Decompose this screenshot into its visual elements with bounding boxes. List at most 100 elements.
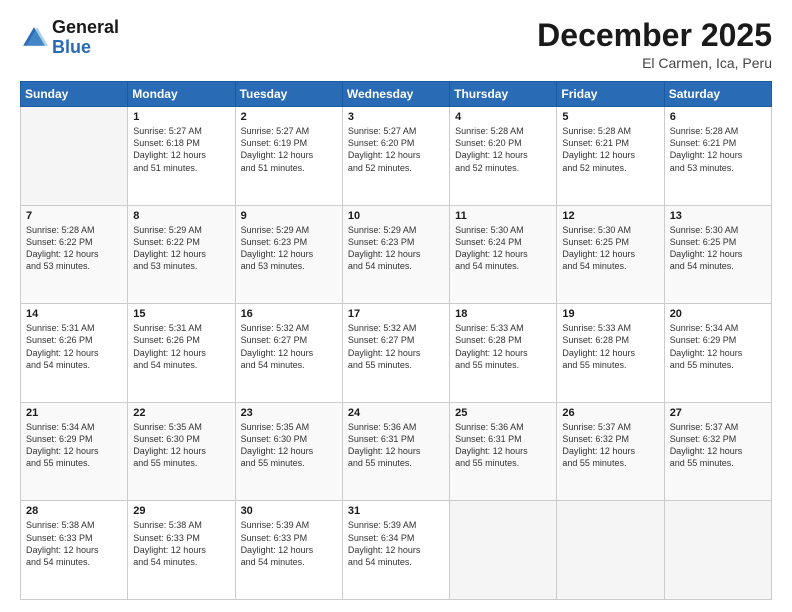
calendar-cell: 16 Sunrise: 5:32 AM Sunset: 6:27 PM Dayli… bbox=[235, 304, 342, 403]
col-header-saturday: Saturday bbox=[664, 82, 771, 107]
calendar-cell: 18 Sunrise: 5:33 AM Sunset: 6:28 PM Dayli… bbox=[450, 304, 557, 403]
day-number: 25 bbox=[455, 407, 551, 419]
calendar-cell bbox=[557, 501, 664, 600]
calendar-week-2: 7 Sunrise: 5:28 AM Sunset: 6:22 PM Daylig… bbox=[21, 205, 772, 304]
calendar-cell: 24Sunrise: 5:36 AM Sunset: 6:31 PM Dayli… bbox=[342, 402, 449, 501]
day-info: Sunrise: 5:28 AM Sunset: 6:21 PM Dayligh… bbox=[562, 125, 658, 174]
day-info: Sunrise: 5:29 AM Sunset: 6:22 PM Dayligh… bbox=[133, 224, 229, 273]
day-info: Sunrise: 5:35 AM Sunset: 6:30 PM Dayligh… bbox=[241, 421, 337, 470]
day-info: Sunrise: 5:29 AM Sunset: 6:23 PM Dayligh… bbox=[241, 224, 337, 273]
calendar-cell: 13 Sunrise: 5:30 AM Sunset: 6:25 PM Dayli… bbox=[664, 205, 771, 304]
day-number: 11 bbox=[455, 210, 551, 222]
calendar-cell: 1 Sunrise: 5:27 AM Sunset: 6:18 PM Daylig… bbox=[128, 107, 235, 206]
day-info: Sunrise: 5:30 AM Sunset: 6:25 PM Dayligh… bbox=[670, 224, 766, 273]
day-info: Sunrise: 5:36 AM Sunset: 6:31 PM Dayligh… bbox=[348, 421, 444, 470]
col-header-thursday: Thursday bbox=[450, 82, 557, 107]
calendar-cell: 10Sunrise: 5:29 AM Sunset: 6:23 PM Dayli… bbox=[342, 205, 449, 304]
day-info: Sunrise: 5:32 AM Sunset: 6:27 PM Dayligh… bbox=[241, 322, 337, 371]
day-number: 29 bbox=[133, 505, 229, 517]
day-info: Sunrise: 5:30 AM Sunset: 6:25 PM Dayligh… bbox=[562, 224, 658, 273]
day-info: Sunrise: 5:35 AM Sunset: 6:30 PM Dayligh… bbox=[133, 421, 229, 470]
month-title: December 2025 bbox=[537, 18, 772, 53]
col-header-friday: Friday bbox=[557, 82, 664, 107]
col-header-monday: Monday bbox=[128, 82, 235, 107]
day-number: 6 bbox=[670, 111, 766, 123]
calendar-cell: 12 Sunrise: 5:30 AM Sunset: 6:25 PM Dayli… bbox=[557, 205, 664, 304]
header: General Blue December 2025 El Carmen, Ic… bbox=[20, 18, 772, 71]
day-number: 31 bbox=[348, 505, 444, 517]
day-info: Sunrise: 5:27 AM Sunset: 6:19 PM Dayligh… bbox=[241, 125, 337, 174]
day-number: 18 bbox=[455, 308, 551, 320]
location: El Carmen, Ica, Peru bbox=[537, 55, 772, 71]
day-number: 27 bbox=[670, 407, 766, 419]
day-number: 4 bbox=[455, 111, 551, 123]
day-number: 20 bbox=[670, 308, 766, 320]
calendar-cell: 25 Sunrise: 5:36 AM Sunset: 6:31 PM Dayli… bbox=[450, 402, 557, 501]
calendar-cell: 7 Sunrise: 5:28 AM Sunset: 6:22 PM Daylig… bbox=[21, 205, 128, 304]
calendar-cell: 2 Sunrise: 5:27 AM Sunset: 6:19 PM Daylig… bbox=[235, 107, 342, 206]
day-number: 9 bbox=[241, 210, 337, 222]
day-number: 12 bbox=[562, 210, 658, 222]
day-info: Sunrise: 5:34 AM Sunset: 6:29 PM Dayligh… bbox=[670, 322, 766, 371]
col-header-tuesday: Tuesday bbox=[235, 82, 342, 107]
day-info: Sunrise: 5:39 AM Sunset: 6:33 PM Dayligh… bbox=[241, 519, 337, 568]
day-number: 14 bbox=[26, 308, 122, 320]
logo: General Blue bbox=[20, 18, 119, 58]
calendar-cell: 23Sunrise: 5:35 AM Sunset: 6:30 PM Dayli… bbox=[235, 402, 342, 501]
day-number: 2 bbox=[241, 111, 337, 123]
logo-text: General Blue bbox=[52, 18, 119, 58]
day-number: 5 bbox=[562, 111, 658, 123]
logo-general: General bbox=[52, 17, 119, 37]
calendar-cell bbox=[21, 107, 128, 206]
day-info: Sunrise: 5:32 AM Sunset: 6:27 PM Dayligh… bbox=[348, 322, 444, 371]
calendar-week-4: 21Sunrise: 5:34 AM Sunset: 6:29 PM Dayli… bbox=[21, 402, 772, 501]
day-info: Sunrise: 5:38 AM Sunset: 6:33 PM Dayligh… bbox=[26, 519, 122, 568]
calendar-cell: 21Sunrise: 5:34 AM Sunset: 6:29 PM Dayli… bbox=[21, 402, 128, 501]
calendar-week-5: 28 Sunrise: 5:38 AM Sunset: 6:33 PM Dayli… bbox=[21, 501, 772, 600]
day-info: Sunrise: 5:28 AM Sunset: 6:22 PM Dayligh… bbox=[26, 224, 122, 273]
calendar-cell: 17Sunrise: 5:32 AM Sunset: 6:27 PM Dayli… bbox=[342, 304, 449, 403]
day-info: Sunrise: 5:30 AM Sunset: 6:24 PM Dayligh… bbox=[455, 224, 551, 273]
calendar-cell: 4 Sunrise: 5:28 AM Sunset: 6:20 PM Daylig… bbox=[450, 107, 557, 206]
day-info: Sunrise: 5:36 AM Sunset: 6:31 PM Dayligh… bbox=[455, 421, 551, 470]
calendar-cell: 19Sunrise: 5:33 AM Sunset: 6:28 PM Dayli… bbox=[557, 304, 664, 403]
calendar-cell: 15 Sunrise: 5:31 AM Sunset: 6:26 PM Dayli… bbox=[128, 304, 235, 403]
day-info: Sunrise: 5:28 AM Sunset: 6:20 PM Dayligh… bbox=[455, 125, 551, 174]
day-info: Sunrise: 5:39 AM Sunset: 6:34 PM Dayligh… bbox=[348, 519, 444, 568]
calendar-cell: 5 Sunrise: 5:28 AM Sunset: 6:21 PM Daylig… bbox=[557, 107, 664, 206]
day-info: Sunrise: 5:31 AM Sunset: 6:26 PM Dayligh… bbox=[26, 322, 122, 371]
day-info: Sunrise: 5:38 AM Sunset: 6:33 PM Dayligh… bbox=[133, 519, 229, 568]
day-number: 16 bbox=[241, 308, 337, 320]
logo-blue: Blue bbox=[52, 37, 91, 57]
calendar-cell: 3Sunrise: 5:27 AM Sunset: 6:20 PM Daylig… bbox=[342, 107, 449, 206]
day-info: Sunrise: 5:31 AM Sunset: 6:26 PM Dayligh… bbox=[133, 322, 229, 371]
day-number: 28 bbox=[26, 505, 122, 517]
calendar-cell: 14 Sunrise: 5:31 AM Sunset: 6:26 PM Dayli… bbox=[21, 304, 128, 403]
day-info: Sunrise: 5:37 AM Sunset: 6:32 PM Dayligh… bbox=[670, 421, 766, 470]
day-number: 15 bbox=[133, 308, 229, 320]
day-number: 8 bbox=[133, 210, 229, 222]
day-info: Sunrise: 5:33 AM Sunset: 6:28 PM Dayligh… bbox=[455, 322, 551, 371]
col-header-sunday: Sunday bbox=[21, 82, 128, 107]
day-number: 13 bbox=[670, 210, 766, 222]
calendar-cell: 31 Sunrise: 5:39 AM Sunset: 6:34 PM Dayli… bbox=[342, 501, 449, 600]
day-number: 22 bbox=[133, 407, 229, 419]
calendar-cell bbox=[450, 501, 557, 600]
calendar-week-1: 1 Sunrise: 5:27 AM Sunset: 6:18 PM Daylig… bbox=[21, 107, 772, 206]
calendar-header-row: SundayMondayTuesdayWednesdayThursdayFrid… bbox=[21, 82, 772, 107]
calendar-cell: 30 Sunrise: 5:39 AM Sunset: 6:33 PM Dayli… bbox=[235, 501, 342, 600]
title-block: December 2025 El Carmen, Ica, Peru bbox=[537, 18, 772, 71]
page: General Blue December 2025 El Carmen, Ic… bbox=[0, 0, 792, 612]
day-number: 21 bbox=[26, 407, 122, 419]
logo-icon bbox=[20, 24, 48, 52]
calendar-cell: 27 Sunrise: 5:37 AM Sunset: 6:32 PM Dayli… bbox=[664, 402, 771, 501]
day-number: 30 bbox=[241, 505, 337, 517]
calendar-cell: 9 Sunrise: 5:29 AM Sunset: 6:23 PM Daylig… bbox=[235, 205, 342, 304]
day-info: Sunrise: 5:27 AM Sunset: 6:20 PM Dayligh… bbox=[348, 125, 444, 174]
day-info: Sunrise: 5:27 AM Sunset: 6:18 PM Dayligh… bbox=[133, 125, 229, 174]
day-number: 7 bbox=[26, 210, 122, 222]
day-info: Sunrise: 5:33 AM Sunset: 6:28 PM Dayligh… bbox=[562, 322, 658, 371]
calendar-cell: 28 Sunrise: 5:38 AM Sunset: 6:33 PM Dayli… bbox=[21, 501, 128, 600]
day-info: Sunrise: 5:37 AM Sunset: 6:32 PM Dayligh… bbox=[562, 421, 658, 470]
day-number: 1 bbox=[133, 111, 229, 123]
